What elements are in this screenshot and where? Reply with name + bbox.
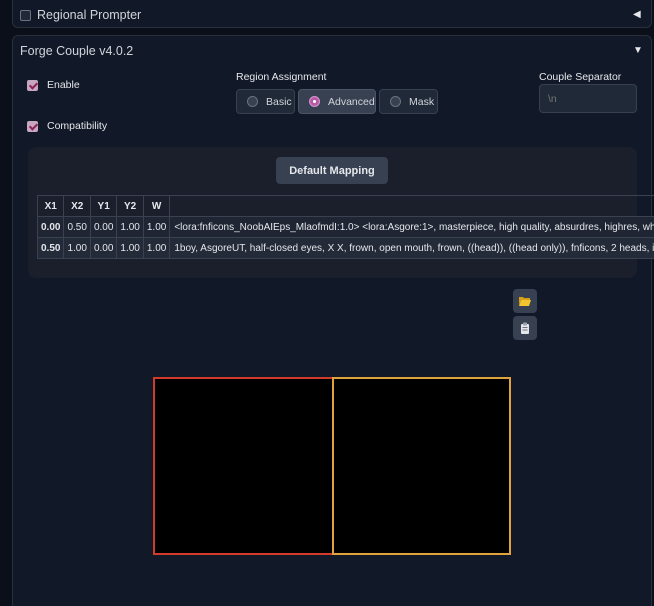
cell-w[interactable]: 1.00 — [142, 216, 171, 238]
cell-y2[interactable]: 1.00 — [116, 216, 144, 238]
table-row[interactable]: 0.50 1.00 0.00 1.00 1.00 1boy, AsgoreUT,… — [36, 237, 654, 259]
radio-dot-icon — [390, 96, 401, 107]
compatibility-label: Compatibility — [47, 120, 108, 132]
region-box[interactable] — [332, 377, 511, 555]
radio-label: Advanced — [328, 95, 375, 108]
cell-w[interactable]: 1.00 — [142, 237, 171, 259]
mapping-table: X1 X2 Y1 Y2 W 0.00 0.50 0.00 1.00 1.00 <… — [36, 195, 654, 259]
enable-checkbox[interactable] — [27, 79, 38, 91]
couple-separator-label: Couple Separator — [539, 71, 622, 83]
radio-dot-icon — [247, 96, 258, 107]
cell-x2[interactable]: 0.50 — [63, 216, 91, 238]
compatibility-checkbox[interactable] — [27, 120, 38, 132]
header-x1: X1 — [36, 195, 65, 217]
cell-x1[interactable]: 0.00 — [36, 216, 65, 238]
cell-y1[interactable]: 0.00 — [89, 216, 118, 238]
cell-x1[interactable]: 0.50 — [36, 237, 65, 259]
clear-mapping-button[interactable] — [513, 316, 537, 340]
enable-label: Enable — [47, 79, 80, 91]
radio-dot-selected-icon — [309, 96, 320, 107]
cell-x2[interactable]: 1.00 — [63, 237, 91, 259]
header-prompt — [169, 195, 654, 217]
clipboard-icon — [521, 322, 529, 334]
regional-prompter-checkbox[interactable] — [20, 9, 31, 21]
header-y1: Y1 — [89, 195, 118, 217]
region-basic-radio[interactable]: Basic — [236, 89, 295, 114]
cell-y1[interactable]: 0.00 — [89, 237, 118, 259]
default-mapping-button[interactable]: Default Mapping — [276, 157, 388, 184]
region-assignment-label: Region Assignment — [236, 71, 327, 83]
compatibility-checkbox-row[interactable]: Compatibility — [27, 120, 107, 132]
couple-separator-input[interactable] — [539, 84, 637, 113]
region-advanced-radio[interactable]: Advanced — [298, 89, 376, 114]
expand-caret-icon[interactable]: ▼ — [633, 45, 643, 56]
cell-prompt[interactable]: 1boy, AsgoreUT, half-closed eyes, X X, f… — [169, 237, 654, 259]
table-row[interactable]: 0.00 0.50 0.00 1.00 1.00 <lora:fnficons_… — [36, 216, 654, 238]
cell-prompt[interactable]: <lora:fnficons_NoobAIEps_MlaofmdI:1.0> <… — [169, 216, 654, 238]
folder-open-icon — [519, 297, 531, 306]
load-mapping-button[interactable] — [513, 289, 537, 313]
collapse-caret-icon[interactable]: ◀ — [633, 9, 641, 20]
header-w: W — [142, 195, 171, 217]
forge-couple-title[interactable]: Forge Couple v4.0.2 — [20, 44, 133, 58]
region-box[interactable] — [153, 377, 332, 555]
table-header-row: X1 X2 Y1 Y2 W — [36, 195, 654, 217]
header-x2: X2 — [63, 195, 91, 217]
enable-checkbox-row[interactable]: Enable — [27, 79, 80, 91]
region-preview-canvas[interactable] — [153, 377, 511, 555]
regional-prompter-title: Regional Prompter — [37, 8, 142, 22]
header-y2: Y2 — [116, 195, 144, 217]
regional-prompter-header[interactable]: Regional Prompter — [20, 8, 141, 22]
cell-y2[interactable]: 1.00 — [116, 237, 144, 259]
region-mask-radio[interactable]: Mask — [379, 89, 438, 114]
radio-label: Basic — [266, 95, 292, 108]
radio-label: Mask — [409, 95, 435, 108]
